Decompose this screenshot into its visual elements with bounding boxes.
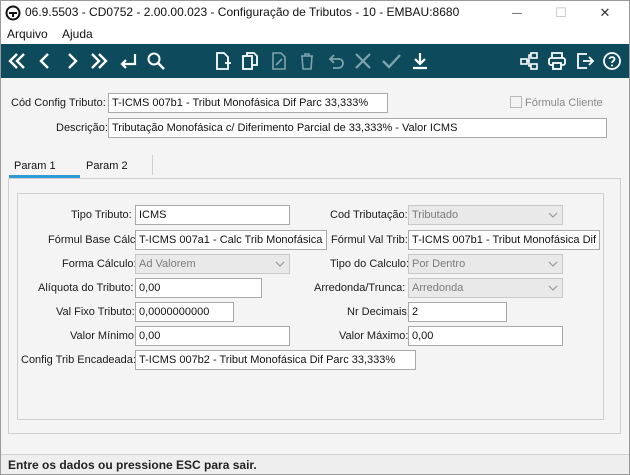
first-record-icon — [8, 53, 25, 69]
chevron-down-icon — [548, 285, 558, 291]
maximize-button[interactable]: ☐ — [539, 1, 583, 25]
window-title: 06.9.5503 - CD0752 - 2.00.00.023 - Confi… — [25, 5, 460, 19]
val-fixo-tributo-label: Val Fixo Tributo: — [56, 306, 135, 318]
close-icon: ✕ — [599, 5, 611, 20]
formul-base-calc-field[interactable]: T-ICMS 007a1 - Calc Trib Monofásica — [135, 230, 327, 250]
config-trib-encadeada-label: Config Trib Encadeada: — [21, 354, 136, 366]
arredonda-trunca-label: Arredonda/Trunca: — [314, 282, 406, 294]
tipo-do-calculo-label: Tipo do Calculo: — [330, 258, 410, 270]
forma-calculo-value: Ad Valorem — [139, 258, 196, 270]
toolbar — [1, 44, 629, 78]
tab-separator — [152, 155, 153, 175]
forma-calculo-select[interactable]: Ad Valorem — [135, 254, 290, 274]
valor-minimo-label: Valor Mínimo: — [70, 330, 138, 342]
close-button[interactable]: ✕ — [583, 1, 627, 25]
delete-button[interactable] — [295, 49, 319, 73]
new-document-button[interactable] — [210, 49, 234, 73]
tipo-tributo-label: Tipo Tributo: — [71, 209, 132, 221]
edit-document-button[interactable] — [267, 49, 291, 73]
cod-tributacao-select[interactable]: Tributado — [408, 205, 563, 225]
search-icon — [147, 52, 165, 70]
minimize-icon: — — [512, 7, 522, 19]
last-record-button[interactable] — [87, 49, 111, 73]
last-record-icon — [91, 53, 108, 69]
exit-button[interactable] — [573, 49, 597, 73]
help-icon — [603, 52, 621, 70]
config-trib-encadeada-field[interactable]: T-ICMS 007b2 - Tribut Monofásica Dif Par… — [135, 350, 416, 370]
tree-structure-button[interactable] — [517, 49, 541, 73]
title-bar: 06.9.5503 - CD0752 - 2.00.00.023 - Confi… — [1, 1, 629, 25]
menu-arquivo[interactable]: Arquivo — [7, 27, 48, 41]
tipo-tributo-field[interactable]: ICMS — [135, 205, 290, 225]
nr-decimais-label: Nr Decimais: — [347, 306, 410, 318]
enter-button[interactable] — [116, 49, 140, 73]
cod-config-tributo-field[interactable]: T-ICMS 007b1 - Tribut Monofásica Dif Par… — [108, 93, 388, 113]
confirm-button[interactable] — [379, 49, 403, 73]
chevron-down-icon — [548, 261, 558, 267]
copy-document-button[interactable] — [238, 49, 262, 73]
cancel-icon — [355, 53, 371, 69]
previous-record-icon — [39, 53, 49, 69]
formul-base-calc-label: Fórmul Base Cálc: — [48, 234, 139, 246]
print-button[interactable] — [545, 49, 569, 73]
formula-cliente-checkbox[interactable] — [510, 96, 522, 108]
nr-decimais-field[interactable]: 2 — [408, 302, 507, 322]
minimize-button[interactable]: — — [495, 1, 539, 25]
menu-ajuda[interactable]: Ajuda — [62, 27, 93, 41]
copy-document-icon — [242, 52, 258, 70]
download-button[interactable] — [408, 49, 432, 73]
tipo-do-calculo-value: Por Dentro — [412, 258, 466, 270]
enter-icon — [120, 54, 137, 69]
tab-param-2[interactable]: Param 2 — [86, 157, 128, 179]
next-record-button[interactable] — [60, 49, 84, 73]
cod-config-tributo-label: Cód Config Tributo: — [11, 97, 106, 109]
new-document-icon — [216, 52, 231, 70]
cod-tributacao-value: Tributado — [412, 209, 459, 221]
chevron-down-icon — [548, 212, 558, 218]
maximize-icon: ☐ — [555, 5, 567, 20]
tipo-do-calculo-select[interactable]: Por Dentro — [408, 254, 563, 274]
cancel-button[interactable] — [351, 49, 375, 73]
val-fixo-tributo-field[interactable]: 0,0000000000 — [135, 302, 234, 322]
edit-document-icon — [272, 52, 286, 70]
aliquota-field[interactable]: 0,00 — [135, 278, 262, 298]
app-logo-icon — [5, 5, 21, 21]
search-button[interactable] — [144, 49, 168, 73]
formul-val-trib-label: Fórmul Val Trib: — [331, 234, 408, 246]
next-record-icon — [68, 53, 78, 69]
confirm-icon — [382, 54, 401, 69]
exit-icon — [577, 53, 595, 69]
help-button[interactable] — [600, 49, 624, 73]
descricao-field[interactable]: Tributação Monofásica c/ Diferimento Par… — [108, 118, 607, 138]
print-icon — [548, 52, 566, 70]
delete-icon — [301, 53, 313, 70]
descricao-label: Descrição: — [56, 122, 108, 134]
chevron-down-icon — [275, 261, 285, 267]
valor-maximo-field[interactable]: 0,00 — [408, 326, 563, 346]
first-record-button[interactable] — [5, 49, 29, 73]
cod-tributacao-label: Cod Tributação: — [330, 209, 408, 221]
application-window: 06.9.5503 - CD0752 - 2.00.00.023 - Confi… — [0, 0, 630, 475]
undo-button[interactable] — [323, 49, 347, 73]
valor-maximo-label: Valor Máximo: — [339, 330, 409, 342]
aliquota-label: Alíquota do Tributo: — [38, 282, 134, 294]
formul-val-trib-field[interactable]: T-ICMS 007b1 - Tribut Monofásica Dif P — [408, 230, 600, 250]
arredonda-trunca-value: Arredonda — [412, 282, 464, 294]
tree-structure-icon — [520, 52, 538, 70]
menu-bar: Arquivo Ajuda — [1, 25, 629, 44]
forma-calculo-label: Forma Cálculo: — [62, 258, 137, 270]
previous-record-button[interactable] — [33, 49, 57, 73]
formula-cliente-label: Fórmula Cliente — [525, 97, 603, 109]
valor-minimo-field[interactable]: 0,00 — [135, 326, 290, 346]
download-icon — [413, 53, 427, 70]
undo-icon — [328, 54, 344, 69]
status-bar: Entre os dados ou pressione ESC para sai… — [1, 454, 629, 474]
arredonda-trunca-select[interactable]: Arredonda — [408, 278, 563, 298]
status-message: Entre os dados ou pressione ESC para sai… — [8, 458, 257, 472]
